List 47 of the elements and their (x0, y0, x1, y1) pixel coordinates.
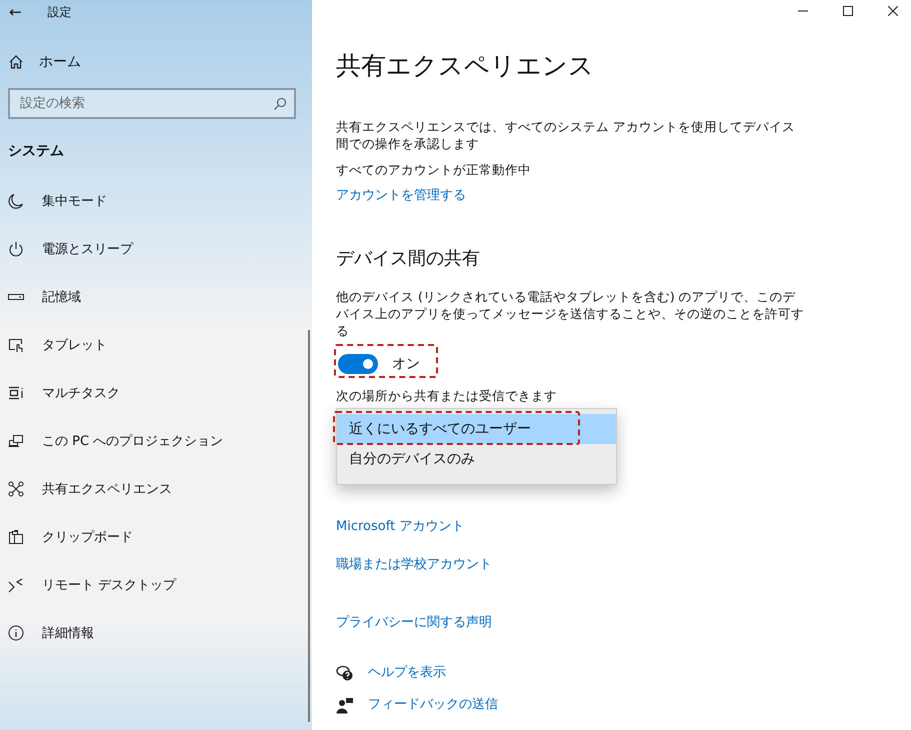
nav-item[interactable]: 記憶域 (0, 273, 312, 321)
field-label: 次の場所から共有または受信できます (336, 387, 558, 404)
back-button[interactable]: ← (9, 3, 22, 21)
dropdown-option[interactable]: 自分のデバイスのみ (337, 444, 616, 474)
description-text: 共有エクスペリエンスでは、すべてのシステム アカウントを使用してデバイス間での操作を承認します (336, 118, 796, 152)
close-icon[interactable] (888, 6, 898, 16)
help-chat-icon (336, 664, 354, 682)
nav-item[interactable]: 集中モード (0, 177, 312, 225)
window-title: 設定 (48, 4, 72, 20)
home-icon (8, 54, 24, 70)
share-icon (8, 481, 24, 497)
page-title: 共有エクスペリエンス (336, 50, 595, 82)
remote-icon (8, 577, 24, 593)
nav-item[interactable]: 共有エクスペリエンス (0, 465, 312, 513)
nav-item[interactable]: この PC へのプロジェクション (0, 417, 312, 465)
nav-item[interactable]: クリップボード (0, 513, 312, 561)
toggle-label: オン (392, 355, 420, 373)
search-icon (273, 97, 287, 111)
nav-item[interactable]: 詳細情報 (0, 609, 312, 657)
projection-icon (8, 433, 24, 449)
info-icon (8, 625, 24, 641)
status-text: すべてのアカウントが正常動作中 (336, 161, 532, 178)
description-text: 他のデバイス (リンクされている電話やタブレットを含む) のアプリで、このデバイス上のアプリを使ってメッセージを送信することや、その逆のことを許可する (336, 288, 805, 339)
moon-icon (8, 193, 24, 209)
home-link[interactable]: ホーム (8, 50, 312, 74)
clipboard-icon (8, 529, 24, 545)
scrollbar[interactable] (308, 330, 310, 722)
account-link[interactable]: 職場または学校アカウント (336, 555, 492, 575)
maximize-icon[interactable] (843, 6, 853, 16)
toggle-switch[interactable] (338, 354, 378, 374)
nav-item[interactable]: タブレット (0, 321, 312, 369)
multitask-icon (8, 385, 24, 401)
nav-item[interactable]: 電源とスリープ (0, 225, 312, 273)
search-field[interactable]: 設定の検索 (8, 88, 296, 119)
nav-item[interactable]: マルチタスク (0, 369, 312, 417)
section-heading: デバイス間の共有 (336, 247, 481, 271)
manage-accounts-link[interactable]: アカウントを管理する (336, 186, 466, 206)
tablet-icon (8, 337, 24, 353)
drive-icon (8, 293, 24, 301)
privacy-link[interactable]: プライバシーに関する声明 (336, 613, 492, 633)
account-link[interactable]: Microsoft アカウント (336, 517, 464, 537)
help-link[interactable]: フィードバックの送信 (368, 695, 498, 715)
power-icon (8, 241, 24, 257)
section-heading: システム (8, 142, 65, 161)
help-link[interactable]: ヘルプを表示 (368, 663, 446, 683)
nav-item[interactable]: リモート デスクトップ (0, 561, 312, 609)
feedback-icon (336, 696, 354, 714)
